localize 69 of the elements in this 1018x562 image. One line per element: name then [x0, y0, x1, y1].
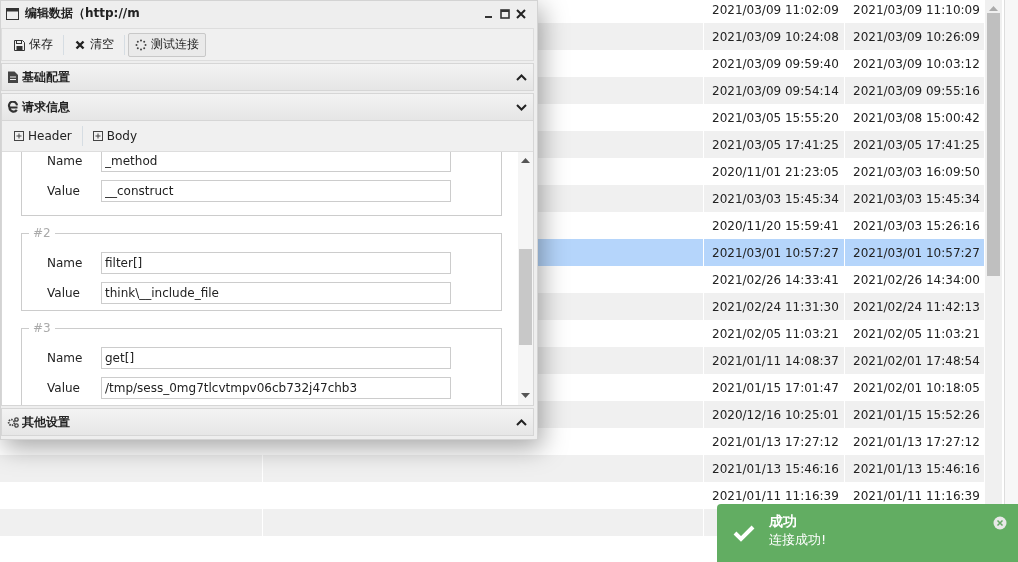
window-icon [6, 7, 19, 20]
add-section-button[interactable]: Header [7, 124, 79, 148]
table-cell-text: 2021/03/03 16:09:50 [852, 163, 981, 181]
maximize-icon[interactable] [500, 8, 510, 19]
table-cell-text: 2021/01/11 11:16:39 [711, 487, 840, 505]
spinner-icon [135, 38, 147, 51]
x-icon [74, 38, 86, 51]
plus-box-icon [92, 131, 103, 141]
table-row[interactable]: 2021/01/13 15:46:16 2021/01/13 15:46:16 [0, 455, 984, 482]
caret-icon[interactable] [516, 418, 527, 426]
table-cell-text: 2021/01/15 17:01:47 [711, 379, 840, 397]
table-cell-text: 2021/03/03 15:26:16 [852, 217, 981, 235]
e-logo-icon [7, 101, 19, 113]
table-cell-text: 2021/02/05 11:03:21 [852, 325, 981, 343]
table-cell-text: 2021/01/11 11:16:39 [852, 487, 981, 505]
group-legend: #3 [29, 321, 55, 335]
plus-box-icon [14, 131, 24, 141]
toast-message: 连接成功! [769, 531, 827, 549]
field-label: Value [47, 184, 81, 198]
caret-icon[interactable] [516, 73, 527, 81]
scrollbar-thumb[interactable] [987, 13, 1000, 276]
panel-header[interactable]: 其他设置 [1, 408, 534, 436]
checkmark-icon [733, 524, 755, 542]
table-cell-text: 2021/02/26 14:34:00 [852, 271, 981, 289]
table-cell-text: 2020/11/01 21:23:05 [711, 163, 840, 181]
scroll-up-arrow-icon [521, 157, 530, 163]
table-cell-text: 2021/03/09 11:02:09 [711, 1, 840, 19]
input-field[interactable]: get[] [101, 347, 451, 369]
table-cell-text: 2020/11/20 15:59:41 [711, 217, 840, 235]
table-cell-text: 2021/03/09 10:03:12 [852, 55, 981, 73]
document-icon [7, 71, 19, 83]
input-field[interactable]: filter[] [101, 252, 451, 274]
table-cell-text: 2021/02/26 14:33:41 [711, 271, 840, 289]
table-cell-text: 2021/02/01 10:18:05 [852, 379, 981, 397]
save-button[interactable]: 保存 [6, 32, 60, 57]
scroll-up-arrow-icon [989, 5, 998, 11]
input-field[interactable]: /tmp/sess_0mg7tlcvtmpv06cb732j47chb3 [101, 377, 451, 399]
input-field[interactable]: think\__include_file [101, 282, 451, 304]
close-icon[interactable] [516, 8, 526, 19]
table-cell-text: 2021/03/08 15:00:42 [852, 109, 981, 127]
window-title: 编辑数据（http://m [25, 5, 141, 22]
scroll-down-arrow-icon [521, 393, 530, 399]
toast-title: 成功 [769, 513, 798, 531]
add-section-button[interactable]: Body [85, 124, 144, 148]
panel-header[interactable]: 基础配置 [1, 63, 534, 91]
field-label: Value [47, 286, 81, 300]
panel-title: 请求信息 [22, 98, 71, 116]
group-legend: #2 [29, 226, 55, 240]
caret-icon[interactable] [516, 103, 527, 111]
scrollbar-thumb[interactable] [519, 249, 532, 345]
table-cell-text: 2021/01/13 17:27:12 [852, 433, 981, 451]
clear-button[interactable]: 清空 [67, 32, 121, 57]
panel-title: 基础配置 [22, 68, 71, 86]
table-cell-text: 2021/01/13 17:27:12 [711, 433, 840, 451]
table-cell-text: 2021/03/09 11:10:09 [852, 1, 981, 19]
test-button[interactable]: 测试连接 [128, 32, 206, 57]
table-cell-text: 2021/03/09 09:59:40 [711, 55, 840, 73]
table-cell-text: 2021/02/05 11:03:21 [711, 325, 840, 343]
input-field[interactable]: __construct [101, 180, 451, 202]
panel-title: 其他设置 [22, 413, 71, 431]
gears-icon [7, 416, 19, 428]
scrollbar[interactable] [518, 152, 533, 405]
field-label: Name [47, 351, 84, 365]
table-cell-text: 2021/03/05 15:55:20 [711, 109, 840, 127]
field-label: Value [47, 381, 81, 395]
field-label: Name [47, 256, 84, 270]
input-field[interactable]: _method [101, 152, 451, 172]
panel-header[interactable]: 请求信息 [1, 93, 534, 121]
field-label: Name [47, 154, 84, 168]
